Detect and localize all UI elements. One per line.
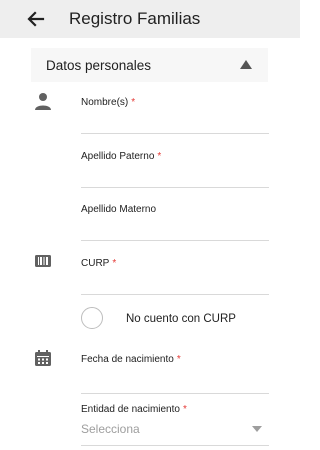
fecha-nacimiento-input[interactable] bbox=[81, 370, 269, 388]
apellido-materno-underline bbox=[81, 240, 269, 241]
curp-label: CURP * bbox=[81, 258, 116, 270]
no-curp-checkbox[interactable] bbox=[81, 307, 103, 329]
apellido-paterno-label-text: Apellido Paterno bbox=[81, 151, 155, 162]
nombres-input[interactable] bbox=[81, 113, 269, 131]
page-title: Registro Familias bbox=[69, 9, 201, 28]
person-icon bbox=[35, 93, 51, 110]
fecha-nacimiento-label: Fecha de nacimiento * bbox=[81, 354, 181, 366]
barcode-icon bbox=[35, 255, 51, 267]
app-bar: Registro Familias bbox=[0, 0, 300, 38]
arrow-left-icon[interactable] bbox=[26, 9, 46, 29]
curp-label-text: CURP bbox=[81, 258, 110, 269]
no-curp-label[interactable]: No cuento con CURP bbox=[126, 312, 236, 326]
required-mark: * bbox=[176, 354, 181, 365]
apellido-materno-input[interactable] bbox=[81, 220, 269, 238]
entidad-nacimiento-select[interactable]: Selecciona bbox=[81, 422, 140, 436]
calendar-icon bbox=[35, 350, 51, 366]
apellido-materno-label-text: Apellido Materno bbox=[81, 204, 157, 215]
fecha-nacimiento-label-text: Fecha de nacimiento bbox=[81, 354, 174, 365]
required-mark: * bbox=[182, 404, 187, 415]
required-mark: * bbox=[112, 258, 117, 269]
triangle-up-icon[interactable] bbox=[239, 58, 253, 70]
nombres-label-text: Nombre(s) bbox=[81, 97, 129, 108]
curp-underline bbox=[81, 294, 269, 295]
nombres-underline bbox=[81, 133, 269, 134]
nombres-label: Nombre(s) * bbox=[81, 97, 135, 109]
apellido-paterno-underline bbox=[81, 187, 269, 188]
entidad-nacimiento-underline bbox=[81, 445, 269, 446]
curp-input[interactable] bbox=[81, 274, 269, 292]
chevron-down-icon[interactable] bbox=[252, 426, 262, 432]
apellido-paterno-input[interactable] bbox=[81, 167, 269, 185]
entidad-nacimiento-label-text: Entidad de nacimiento bbox=[81, 404, 180, 415]
required-mark: * bbox=[131, 97, 136, 108]
apellido-paterno-label: Apellido Paterno * bbox=[81, 151, 161, 163]
section-title: Datos personales bbox=[46, 58, 152, 73]
entidad-nacimiento-label: Entidad de nacimiento * bbox=[81, 404, 187, 416]
fecha-nacimiento-underline bbox=[81, 393, 269, 394]
section-header-datos-personales[interactable]: Datos personales bbox=[31, 48, 268, 82]
required-mark: * bbox=[157, 151, 162, 162]
apellido-materno-label: Apellido Materno bbox=[81, 204, 156, 216]
